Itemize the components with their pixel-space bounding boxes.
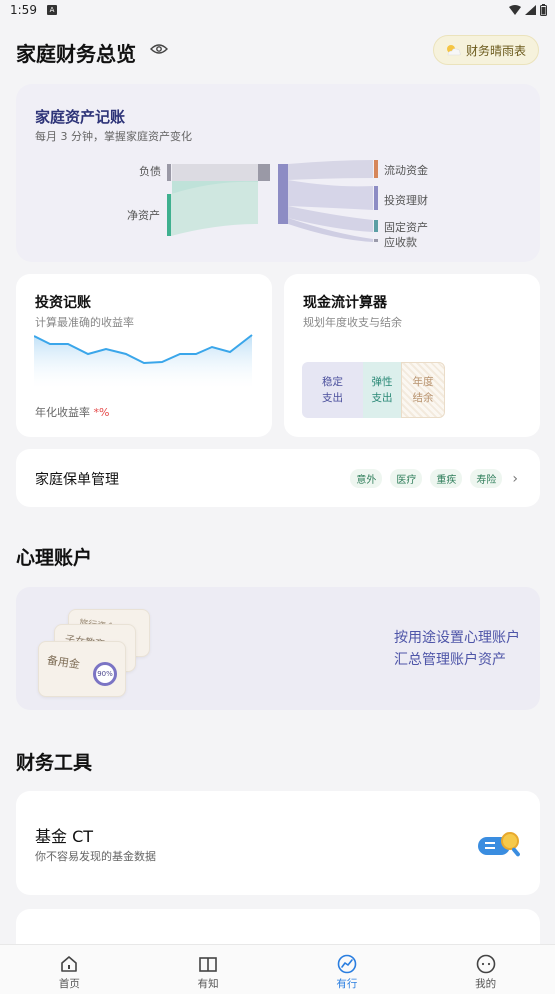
fund-ct-description: 你不容易发现的基金数据 (35, 850, 156, 863)
tab-action-label: 有行 (336, 978, 358, 990)
trend-icon (337, 954, 357, 974)
notification-a-icon: A (47, 5, 57, 15)
tab-knowledge-label: 有知 (197, 978, 219, 990)
cashflow-card-title: 现金流计算器 (303, 295, 387, 311)
home-icon (61, 956, 78, 972)
cashflow-card-subtitle: 规划年度收支与结余 (303, 316, 402, 329)
annual-surplus-block: 年度 结余 (401, 362, 445, 418)
annual-surplus-line2: 结余 (412, 392, 434, 404)
annual-return-text: 年化收益率 (35, 406, 90, 419)
sankey-label-investment: 投资理财 (384, 194, 428, 207)
fund-search-icon (478, 832, 520, 857)
mental-accounts-line1: 按用途设置心理账户 (394, 630, 520, 646)
page-header: 家庭财务总览 财务晴雨表 (0, 24, 555, 80)
sankey-label-receivable: 应收款 (384, 236, 417, 249)
liability-block (258, 164, 270, 181)
investment-node (374, 186, 378, 210)
liability-node (167, 164, 171, 181)
eye-icon[interactable] (150, 43, 168, 55)
tab-home-label: 首页 (58, 978, 80, 990)
stack-label-reserve: 备用金 (46, 653, 81, 672)
tab-knowledge[interactable]: 有知 (139, 945, 278, 994)
status-bar: 1:59 A (0, 0, 555, 22)
family-assets-card[interactable]: 家庭资产记账 每月 3 分钟，掌握家庭资产变化 负债 净资产 流动资金 投资理财… (16, 84, 540, 262)
policy-tag: 重疾 (430, 469, 463, 488)
family-policy-card[interactable]: 家庭保单管理 意外 医疗 重疾 寿险 › (16, 449, 540, 507)
cashflow-blocks: 稳定支出 弹性支出 年度结余 (302, 362, 445, 418)
profile-icon (476, 954, 495, 974)
receivable-node (374, 239, 378, 242)
cashflow-calculator-card[interactable]: 现金流计算器 规划年度收支与结余 稳定支出 弹性支出 年度结余 (284, 274, 540, 437)
status-time: 1:59 (10, 3, 37, 17)
flexible-expense-block: 弹性 支出 (363, 362, 401, 418)
stable-expense-block: 稳定 支出 (302, 362, 363, 418)
assets-sankey-diagram (167, 160, 378, 242)
policy-tag: 意外 (350, 469, 383, 488)
book-icon (199, 957, 217, 972)
finance-tools-title: 财务工具 (16, 752, 93, 774)
progress-ring-badge: 90% (93, 662, 117, 686)
mental-accounts-description: 按用途设置心理账户 汇总管理账户资产 (394, 627, 520, 671)
return-trend-chart (34, 334, 253, 388)
fund-ct-card[interactable]: 基金 CT 你不容易发现的基金数据 (16, 791, 540, 895)
flexible-expense-line2: 支出 (371, 392, 393, 404)
mental-accounts-card[interactable]: 旅行资金 子女教育 备用金 90% 按用途设置心理账户 汇总管理账户资产 (16, 587, 540, 710)
weather-report-label: 财务晴雨表 (465, 43, 526, 58)
investment-card-title: 投资记账 (35, 295, 91, 311)
stable-expense-line2: 支出 (322, 392, 343, 404)
investment-card[interactable]: 投资记账 计算最准确的收益率 年化收益率 *% (16, 274, 272, 437)
tab-home[interactable]: 首页 (0, 945, 139, 994)
weather-report-button[interactable]: 财务晴雨表 (432, 35, 539, 65)
mental-accounts-title: 心理账户 (16, 547, 93, 569)
sankey-label-net-asset: 净资产 (127, 209, 160, 222)
annual-surplus-line1: 年度 (412, 376, 434, 388)
liquid-funds-node (374, 160, 378, 178)
fund-ct-name: 基金 CT (35, 827, 94, 846)
fixed-asset-node (374, 220, 378, 232)
tab-action[interactable]: 有行 (278, 945, 417, 994)
wifi-icon (509, 5, 521, 15)
mental-accounts-line2: 汇总管理账户资产 (394, 652, 506, 668)
signal-icon (525, 5, 536, 15)
annual-return-label: 年化收益率 *% (35, 404, 109, 420)
status-icons (509, 4, 547, 16)
policy-card-label: 家庭保单管理 (35, 472, 119, 488)
sankey-label-fixed-asset: 固定资产 (384, 221, 428, 234)
battery-icon (540, 4, 547, 16)
policy-tags: 意外 医疗 重疾 寿险 › (350, 469, 518, 488)
net-asset-node (167, 194, 171, 236)
investment-card-subtitle: 计算最准确的收益率 (35, 316, 134, 329)
policy-tag: 寿险 (470, 469, 503, 488)
tab-mine[interactable]: 我的 (416, 945, 555, 994)
page-title: 家庭财务总览 (16, 42, 136, 66)
chevron-right-icon: › (512, 470, 518, 487)
sun-cloud-icon (446, 45, 461, 56)
total-asset-node (278, 164, 288, 224)
bottom-tab-bar: 首页 有知 有行 我的 (0, 944, 555, 994)
stack-card-reserve: 备用金 90% (38, 641, 126, 697)
tab-mine-label: 我的 (475, 978, 497, 990)
sankey-label-liability: 负债 (139, 165, 161, 178)
annual-return-value: *% (93, 406, 110, 419)
flexible-expense-line1: 弹性 (371, 376, 393, 388)
sankey-label-liquid-funds: 流动资金 (384, 164, 428, 177)
stable-expense-line1: 稳定 (322, 376, 343, 388)
policy-tag: 医疗 (390, 469, 423, 488)
